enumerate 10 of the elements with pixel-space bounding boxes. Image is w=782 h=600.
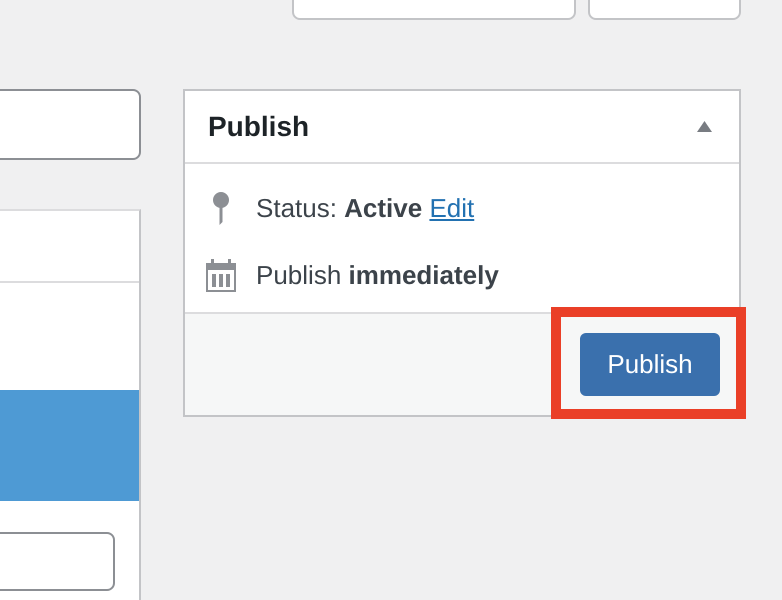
status-text: Status: Active Edit — [256, 192, 474, 224]
schedule-text: Publish immediately — [256, 258, 499, 292]
input-field[interactable] — [0, 89, 141, 160]
input-field[interactable] — [0, 532, 115, 591]
collapse-arrow-icon[interactable] — [697, 121, 712, 132]
calendar-icon — [206, 258, 236, 292]
publish-button[interactable]: Publish — [580, 333, 720, 396]
panel-title: Publish — [208, 110, 310, 144]
pin-icon — [213, 192, 229, 224]
edit-link[interactable]: Edit — [429, 192, 474, 222]
